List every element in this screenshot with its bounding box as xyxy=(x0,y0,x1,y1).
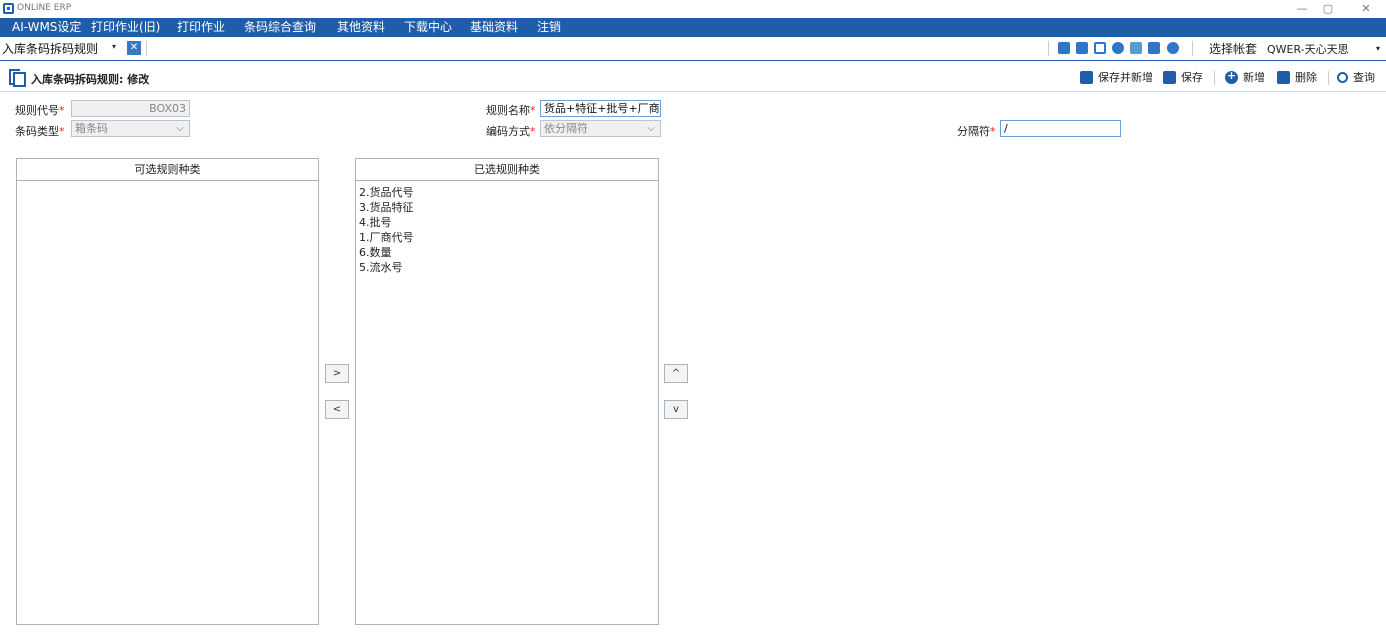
list-item[interactable]: 4.批号 xyxy=(359,215,655,230)
divider xyxy=(146,41,147,56)
encode-method-label: 编码方式* xyxy=(486,123,536,139)
query-label: 查询 xyxy=(1353,71,1375,84)
barcode-type-label: 条码类型* xyxy=(15,123,65,139)
account-select[interactable]: QWER-天心天思 xyxy=(1267,41,1349,57)
help-icon[interactable] xyxy=(1167,42,1179,54)
account-dropdown-icon[interactable]: ▾ xyxy=(1376,44,1380,53)
add-label: 新增 xyxy=(1243,71,1265,84)
menu-print-jobs-old[interactable]: 打印作业(旧) xyxy=(91,18,160,37)
menu-ai-wms-settings[interactable]: AI-WMS设定 xyxy=(12,18,81,37)
barcode-type-value: 箱条码 xyxy=(75,122,108,135)
divider xyxy=(1328,71,1329,85)
save-and-new-label: 保存并新增 xyxy=(1098,71,1153,84)
available-rules-header: 可选规则种类 xyxy=(17,159,318,181)
list-item[interactable]: 6.数量 xyxy=(359,245,655,260)
menu-print-jobs[interactable]: 打印作业 xyxy=(177,18,225,37)
tab-inbound-barcode-rule[interactable]: 入库条码拆码规则 xyxy=(2,40,98,57)
move-up-button[interactable]: ^ xyxy=(664,364,688,383)
encode-method-value: 依分隔符 xyxy=(544,122,588,135)
barcode-type-select[interactable]: 箱条码 ⌵ xyxy=(71,120,190,137)
menu-barcode-query[interactable]: 条码综合查询 xyxy=(244,18,316,37)
font-size-icon[interactable] xyxy=(1058,42,1070,54)
save-and-new-button[interactable]: 保存并新增 xyxy=(1080,69,1153,85)
account-label: 选择帐套 xyxy=(1209,42,1258,56)
app-title: ONLINE ERP xyxy=(17,3,72,13)
required-mark: * xyxy=(59,125,65,138)
rule-name-label: 规则名称* xyxy=(486,102,536,118)
close-window-button[interactable]: ✕ xyxy=(1356,1,1376,17)
required-mark: * xyxy=(990,125,996,138)
trash-icon xyxy=(1277,70,1290,84)
tab-dropdown-icon[interactable]: ▾ xyxy=(112,42,116,51)
selected-rules-list[interactable]: 2.货品代号 3.货品特征 4.批号 1.厂商代号 6.数量 5.流水号 xyxy=(356,181,658,279)
check-circle-icon[interactable] xyxy=(1112,42,1124,54)
divider xyxy=(1192,41,1193,56)
rule-name-field[interactable]: 货品+特征+批号+厂商+ xyxy=(540,100,661,117)
list-item[interactable]: 1.厂商代号 xyxy=(359,230,655,245)
separator-label-text: 分隔符 xyxy=(957,125,990,138)
document-tab-bar: 入库条码拆码规则 ▾ ✕ 选择帐套 QWER-天心天思 ▾ xyxy=(0,37,1386,61)
save-new-icon xyxy=(1080,70,1093,84)
required-mark: * xyxy=(530,125,536,138)
calendar-icon[interactable] xyxy=(1094,42,1106,54)
page-title: 入库条码拆码规则: 修改 xyxy=(31,73,150,86)
add-rule-button[interactable]: > xyxy=(325,364,349,383)
search-icon xyxy=(1337,71,1348,83)
app-logo-icon xyxy=(3,3,14,14)
delete-button[interactable]: 删除 xyxy=(1277,69,1317,85)
edit-icon[interactable] xyxy=(1076,42,1088,54)
list-item[interactable]: 2.货品代号 xyxy=(359,185,655,200)
plus-circle-icon xyxy=(1225,69,1238,84)
maximize-button[interactable]: ▢ xyxy=(1318,1,1338,17)
add-button[interactable]: 新增 xyxy=(1225,69,1265,85)
encode-method-select[interactable]: 依分隔符 ⌵ xyxy=(540,120,661,137)
move-down-button[interactable]: v xyxy=(664,400,688,419)
copy-icon xyxy=(9,69,26,87)
page-header: 入库条码拆码规则: 修改 保存并新增 保存 新增 删除 查询 xyxy=(0,62,1386,92)
menu-download-center[interactable]: 下载中心 xyxy=(404,18,452,37)
remove-rule-button[interactable]: < xyxy=(325,400,349,419)
minimize-button[interactable]: — xyxy=(1292,1,1312,17)
save-label: 保存 xyxy=(1181,71,1203,84)
save-icon xyxy=(1163,70,1176,84)
divider xyxy=(1214,71,1215,85)
required-mark: * xyxy=(59,104,65,117)
download-icon[interactable] xyxy=(1148,42,1160,54)
rule-name-label-text: 规则名称 xyxy=(486,104,530,117)
separator-field[interactable]: / xyxy=(1000,120,1121,137)
menu-other-data[interactable]: 其他资料 xyxy=(337,18,385,37)
available-rules-list[interactable] xyxy=(17,181,318,189)
rule-code-field[interactable]: BOX03 xyxy=(71,100,190,117)
query-button[interactable]: 查询 xyxy=(1337,69,1375,85)
rule-code-label-text: 规则代号 xyxy=(15,104,59,117)
tab-close-button[interactable]: ✕ xyxy=(127,41,141,55)
available-rules-panel: 可选规则种类 xyxy=(16,158,319,625)
main-menu-bar: AI-WMS设定 打印作业(旧) 打印作业 条码综合查询 其他资料 下载中心 基… xyxy=(0,18,1386,37)
delete-label: 删除 xyxy=(1295,71,1317,84)
refresh-icon[interactable] xyxy=(1130,42,1142,54)
encode-method-label-text: 编码方式 xyxy=(486,125,530,138)
barcode-type-label-text: 条码类型 xyxy=(15,125,59,138)
menu-logout[interactable]: 注销 xyxy=(537,18,561,37)
window-titlebar: ONLINE ERP — ▢ ✕ xyxy=(0,0,1386,18)
selected-rules-panel: 已选规则种类 2.货品代号 3.货品特征 4.批号 1.厂商代号 6.数量 5.… xyxy=(355,158,659,625)
required-mark: * xyxy=(530,104,536,117)
chevron-down-icon: ⌵ xyxy=(647,123,655,134)
divider xyxy=(1048,41,1049,56)
menu-base-data[interactable]: 基础资料 xyxy=(470,18,518,37)
list-item[interactable]: 5.流水号 xyxy=(359,260,655,275)
chevron-down-icon: ⌵ xyxy=(176,123,184,134)
save-button[interactable]: 保存 xyxy=(1163,69,1203,85)
list-item[interactable]: 3.货品特征 xyxy=(359,200,655,215)
selected-rules-header: 已选规则种类 xyxy=(356,159,658,181)
rule-code-label: 规则代号* xyxy=(15,102,65,118)
separator-label: 分隔符* xyxy=(957,123,996,139)
